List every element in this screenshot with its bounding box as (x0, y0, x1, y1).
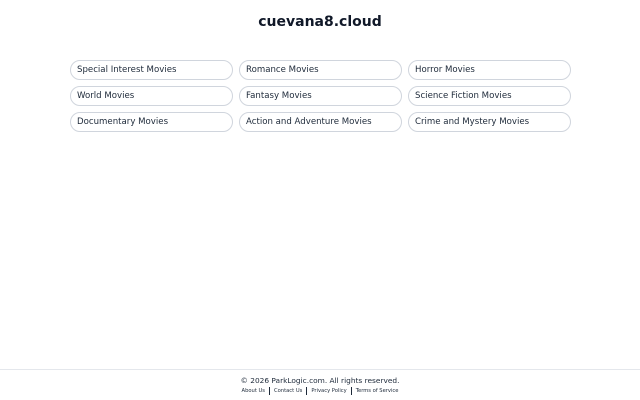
footer: © 2026 ParkLogic.com. All rights reserve… (0, 369, 640, 400)
footer-link-about[interactable]: About Us (238, 387, 270, 395)
category-link-special-interest[interactable]: Special Interest Movies (70, 60, 233, 80)
category-link-horror[interactable]: Horror Movies (408, 60, 571, 80)
page: cuevana8.cloud Special Interest Movies R… (0, 0, 640, 400)
category-link-crime-mystery[interactable]: Crime and Mystery Movies (408, 112, 571, 132)
category-links-grid: Special Interest Movies Romance Movies H… (70, 60, 571, 132)
category-link-action-adventure[interactable]: Action and Adventure Movies (239, 112, 402, 132)
category-link-romance[interactable]: Romance Movies (239, 60, 402, 80)
footer-link-privacy[interactable]: Privacy Policy (307, 387, 350, 395)
copyright-text: © 2026 ParkLogic.com. All rights reserve… (240, 376, 400, 385)
footer-links: About Us Contact Us Privacy Policy Terms… (0, 387, 640, 395)
footer-link-terms[interactable]: Terms of Service (352, 387, 403, 395)
category-link-documentary[interactable]: Documentary Movies (70, 112, 233, 132)
site-title: cuevana8.cloud (258, 14, 382, 30)
category-link-world[interactable]: World Movies (70, 86, 233, 106)
category-link-fantasy[interactable]: Fantasy Movies (239, 86, 402, 106)
category-link-science-fiction[interactable]: Science Fiction Movies (408, 86, 571, 106)
footer-link-contact[interactable]: Contact Us (270, 387, 306, 395)
